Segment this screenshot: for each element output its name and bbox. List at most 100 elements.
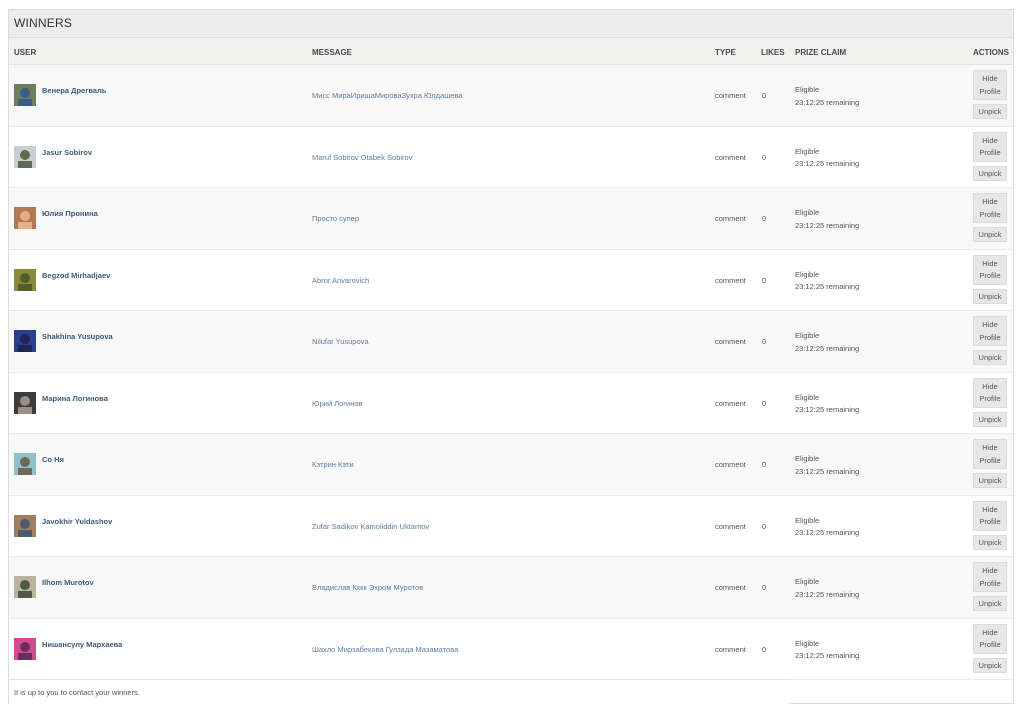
hide-label: Hide: [982, 74, 998, 83]
type-value: comment: [715, 521, 746, 531]
prize-claim-info: Eligible 23:12:25 remaining: [795, 84, 859, 109]
user-name-link[interactable]: Нишансулу Мархаева: [42, 640, 122, 649]
user-name-link[interactable]: Со Ня: [42, 455, 64, 464]
hide-label: Hide: [982, 320, 998, 329]
user-name-link[interactable]: Javokhir Yuldashov: [42, 517, 112, 526]
user-avatar[interactable]: [14, 637, 36, 660]
prize-claim-info: Eligible 23:12:25 remaining: [795, 576, 859, 601]
profile-label: Profile: [979, 394, 1001, 403]
table-row: Begzod Mirhadjaev Abror Anvarovich comme…: [9, 249, 1013, 311]
column-header-message: MESSAGE: [312, 48, 353, 57]
type-value: comment: [715, 337, 746, 346]
panel-title: WINNERS: [9, 10, 1013, 38]
message-text: Abror Anvarovich: [312, 275, 370, 285]
user-name-link[interactable]: Begzod Mirhadjaev: [42, 271, 110, 280]
claim-remaining: 23:12:25 remaining: [795, 220, 860, 230]
user-avatar[interactable]: [14, 268, 36, 291]
profile-label: Profile: [979, 455, 1001, 465]
claim-status: Eligible: [795, 454, 820, 463]
table-row: Javokhir Yuldashov Zufar Sadikov Kamolid…: [9, 495, 1013, 557]
table-row: Jasur Sobirov Maruf Sobirov Otabek Sobir…: [9, 126, 1013, 188]
unpick-button[interactable]: Unpick: [973, 227, 1007, 242]
message-text: Мисс МираИришаМироваЗухра Юлдашева: [312, 91, 463, 100]
hide-profile-button[interactable]: Hide Profile: [973, 500, 1007, 531]
hide-profile-button[interactable]: Hide Profile: [973, 377, 1007, 408]
claim-remaining: 23:12:25 remaining: [795, 159, 860, 168]
claim-remaining: 23:12:25 remaining: [795, 466, 860, 476]
table-row: Со Ня Кэтрин Кэти comment 0 Eligible 23:…: [9, 434, 1013, 496]
likes-count: 0: [762, 214, 767, 223]
user-avatar[interactable]: [14, 453, 36, 475]
message-text: Zufar Sadikov Kamoliddin Uktamov: [312, 521, 430, 531]
user-name-link[interactable]: Венера Дрегваль: [42, 86, 106, 95]
message-text: Шахло Мирзабекова Гулзада Мазаматова: [312, 644, 459, 654]
claim-status: Eligible: [795, 85, 820, 94]
hide-profile-button[interactable]: Hide Profile: [973, 131, 1007, 162]
unpick-button[interactable]: Unpick: [973, 473, 1007, 488]
hide-profile-button[interactable]: Hide Profile: [973, 254, 1007, 285]
hide-label: Hide: [982, 197, 998, 206]
column-header-actions: ACTIONS: [973, 48, 1009, 57]
user-name-link[interactable]: Ilhom Murotov: [42, 578, 94, 587]
message-text: Maruf Sobirov Otabek Sobirov: [312, 152, 413, 162]
type-value: comment: [715, 275, 746, 285]
prize-claim-info: Eligible 23:12:25 remaining: [795, 330, 859, 355]
hide-profile-button[interactable]: Hide Profile: [973, 623, 1007, 654]
user-name-link[interactable]: Юлия Пронина: [42, 209, 98, 218]
unpick-button[interactable]: Unpick: [973, 411, 1007, 427]
claim-remaining: 23:12:25 remaining: [795, 528, 860, 537]
likes-count: 0: [762, 91, 767, 100]
claim-status: Eligible: [795, 146, 820, 156]
user-avatar[interactable]: [14, 391, 36, 414]
table-row: Марина Логинова Юрий Логинов comment 0 E…: [9, 372, 1013, 434]
prize-claim-info: Eligible 23:12:25 remaining: [795, 638, 859, 663]
user-avatar[interactable]: [14, 576, 36, 598]
prize-claim-info: Eligible 23:12:25 remaining: [795, 269, 859, 294]
hide-label: Hide: [982, 627, 998, 637]
prize-claim-info: Eligible 23:12:25 remaining: [795, 453, 859, 478]
type-value: comment: [715, 214, 746, 223]
claim-remaining: 23:12:25 remaining: [795, 405, 860, 414]
type-value: comment: [715, 460, 746, 469]
type-value: comment: [715, 91, 746, 100]
claim-status: Eligible: [795, 269, 820, 279]
hide-profile-button[interactable]: Hide Profile: [973, 70, 1007, 100]
likes-count: 0: [762, 521, 767, 531]
message-text: Владислав Кккк Эхром Муротов: [312, 583, 424, 592]
claim-remaining: 23:12:25 remaining: [795, 343, 860, 353]
winners-panel: WINNERS USER MESSAGE TYPE LIKES PRIZE CL…: [8, 9, 1014, 704]
column-header-user: USER: [14, 48, 37, 57]
hide-profile-button[interactable]: Hide Profile: [973, 193, 1007, 223]
unpick-button[interactable]: Unpick: [973, 104, 1007, 119]
profile-label: Profile: [979, 86, 1001, 96]
hide-label: Hide: [982, 381, 998, 391]
user-avatar[interactable]: [14, 207, 36, 229]
claim-remaining: 23:12:25 remaining: [795, 97, 860, 107]
unpick-button[interactable]: Unpick: [973, 657, 1007, 673]
unpick-button[interactable]: Unpick: [973, 288, 1007, 304]
likes-count: 0: [762, 337, 767, 346]
message-text: Юрий Логинов: [312, 398, 363, 408]
user-name-link[interactable]: Shakhina Yusupova: [42, 332, 113, 341]
likes-count: 0: [762, 644, 767, 654]
hide-profile-button[interactable]: Hide Profile: [973, 562, 1007, 592]
unpick-button[interactable]: Unpick: [973, 165, 1007, 181]
likes-count: 0: [762, 583, 767, 592]
unpick-button[interactable]: Unpick: [973, 350, 1007, 365]
user-avatar[interactable]: [14, 330, 36, 352]
hide-label: Hide: [982, 135, 998, 145]
user-name-link[interactable]: Jasur Sobirov: [42, 148, 92, 157]
hide-profile-button[interactable]: Hide Profile: [973, 439, 1007, 469]
user-avatar[interactable]: [14, 145, 36, 168]
claim-status: Eligible: [795, 331, 820, 340]
hide-label: Hide: [982, 504, 998, 514]
unpick-button[interactable]: Unpick: [973, 596, 1007, 611]
hide-profile-button[interactable]: Hide Profile: [973, 316, 1007, 346]
user-avatar[interactable]: [14, 514, 36, 537]
user-avatar[interactable]: [14, 84, 36, 106]
user-name-link[interactable]: Марина Логинова: [42, 394, 108, 403]
table-row: Нишансулу Мархаева Шахло Мирзабекова Гул…: [9, 618, 1013, 680]
prize-claim-info: Eligible 23:12:25 remaining: [795, 392, 859, 417]
unpick-button[interactable]: Unpick: [973, 534, 1007, 550]
footer-note: It is up to you to contact your winners.: [9, 679, 789, 704]
